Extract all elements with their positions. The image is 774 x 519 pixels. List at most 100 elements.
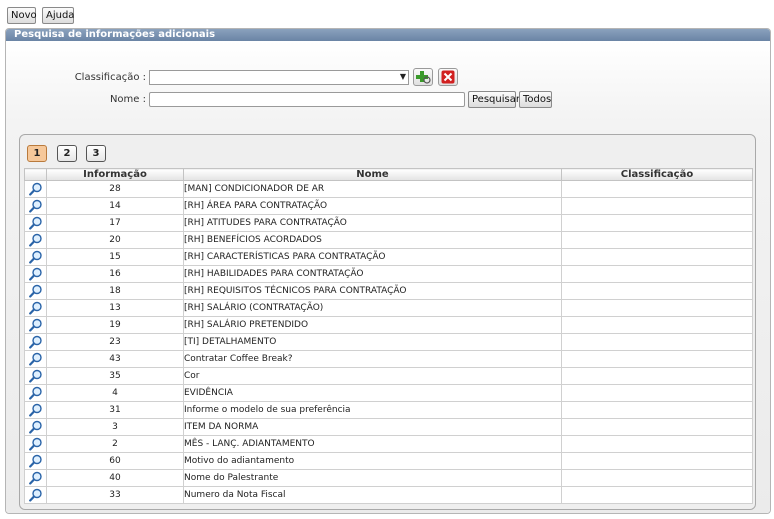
- search-button[interactable]: Pesquisar: [468, 91, 520, 108]
- help-button[interactable]: Ajuda: [42, 7, 74, 24]
- cell-classification: [561, 486, 753, 504]
- table-row[interactable]: 43 Contratar Coffee Break?: [24, 350, 753, 368]
- magnifier-icon: [28, 437, 42, 451]
- cell-classification: [561, 418, 753, 436]
- magnifier-icon: [28, 284, 42, 298]
- table-row[interactable]: 60 Motivo do adiantamento: [24, 452, 753, 470]
- row-view-button[interactable]: [24, 299, 47, 317]
- cell-name: [RH] ÁREA PARA CONTRATAÇÃO: [183, 197, 562, 215]
- row-view-button[interactable]: [24, 231, 47, 249]
- add-icon: [416, 71, 431, 84]
- table-row[interactable]: 15 [RH] CARACTERÍSTICAS PARA CONTRATAÇÃO: [24, 248, 753, 266]
- cell-name: [RH] ATITUDES PARA CONTRATAÇÃO: [183, 214, 562, 232]
- table-row[interactable]: 17 [RH] ATITUDES PARA CONTRATAÇÃO: [24, 214, 753, 232]
- cell-info: 19: [46, 316, 184, 334]
- magnifier-icon: [28, 352, 42, 366]
- cell-name: [RH] BENEFÍCIOS ACORDADOS: [183, 231, 562, 249]
- table-row[interactable]: 3 ITEM DA NORMA: [24, 418, 753, 436]
- table-row[interactable]: 18 [RH] REQUISITOS TÉCNICOS PARA CONTRATA…: [24, 282, 753, 300]
- page-button-1[interactable]: 1: [27, 145, 47, 162]
- row-view-button[interactable]: [24, 350, 47, 368]
- name-input[interactable]: [149, 92, 465, 107]
- cell-info: 17: [46, 214, 184, 232]
- row-view-button[interactable]: [24, 265, 47, 283]
- cell-info: 31: [46, 401, 184, 419]
- table-row[interactable]: 40 Nome do Palestrante: [24, 469, 753, 487]
- table-row[interactable]: 16 [RH] HABILIDADES PARA CONTRATAÇÃO: [24, 265, 753, 283]
- cell-classification: [561, 282, 753, 300]
- new-button[interactable]: Novo: [7, 7, 37, 24]
- magnifier-icon: [28, 471, 42, 485]
- chevron-down-icon: ▼: [399, 72, 406, 81]
- table-row[interactable]: 23 [TI] DETALHAMENTO: [24, 333, 753, 351]
- table-row[interactable]: 28 [MAN] CONDICIONADOR DE AR: [24, 180, 753, 198]
- magnifier-icon: [28, 216, 42, 230]
- table-row[interactable]: 33 Numero da Nota Fiscal: [24, 486, 753, 504]
- table-row[interactable]: 14 [RH] ÁREA PARA CONTRATAÇÃO: [24, 197, 753, 215]
- clear-classification-button[interactable]: [438, 68, 458, 86]
- results-table: Informação Nome Classificação 28 [MAN] CO…: [24, 168, 753, 504]
- row-view-button[interactable]: [24, 384, 47, 402]
- classification-select[interactable]: ▼: [149, 70, 409, 85]
- cell-name: Numero da Nota Fiscal: [183, 486, 562, 504]
- cell-classification: [561, 401, 753, 419]
- cell-name: [RH] SALÁRIO PRETENDIDO: [183, 316, 562, 334]
- row-view-button[interactable]: [24, 452, 47, 470]
- cell-name: EVIDÊNCIA: [183, 384, 562, 402]
- cell-name: [RH] HABILIDADES PARA CONTRATAÇÃO: [183, 265, 562, 283]
- row-view-button[interactable]: [24, 180, 47, 198]
- table-body: 28 [MAN] CONDICIONADOR DE AR 14 [RH] ÁREA P…: [24, 180, 753, 504]
- header-info[interactable]: Informação: [46, 168, 184, 181]
- header-classification[interactable]: Classificação: [561, 168, 753, 181]
- table-row[interactable]: 4 EVIDÊNCIA: [24, 384, 753, 402]
- magnifier-icon: [28, 454, 42, 468]
- cell-classification: [561, 316, 753, 334]
- table-row[interactable]: 13 [RH] SALÁRIO (CONTRATAÇÃO): [24, 299, 753, 317]
- cell-classification: [561, 231, 753, 249]
- row-view-button[interactable]: [24, 401, 47, 419]
- cell-name: Contratar Coffee Break?: [183, 350, 562, 368]
- cell-classification: [561, 214, 753, 232]
- table-row[interactable]: 2 MÊS - LANÇ. ADIANTAMENTO: [24, 435, 753, 453]
- row-view-button[interactable]: [24, 282, 47, 300]
- cell-info: 35: [46, 367, 184, 385]
- row-view-button[interactable]: [24, 469, 47, 487]
- all-button[interactable]: Todos: [519, 91, 552, 108]
- row-view-button[interactable]: [24, 214, 47, 232]
- magnifier-icon: [28, 318, 42, 332]
- row-view-button[interactable]: [24, 316, 47, 334]
- cell-classification: [561, 367, 753, 385]
- cell-classification: [561, 180, 753, 198]
- table-row[interactable]: 31 Informe o modelo de sua preferência: [24, 401, 753, 419]
- page-button-3[interactable]: 3: [86, 145, 106, 162]
- panel-body: Classificação : ▼ Nome : Pesquisar Todos…: [6, 41, 770, 513]
- row-view-button[interactable]: [24, 435, 47, 453]
- cell-name: ITEM DA NORMA: [183, 418, 562, 436]
- table-row[interactable]: 35 Cor: [24, 367, 753, 385]
- cell-info: 3: [46, 418, 184, 436]
- cell-info: 14: [46, 197, 184, 215]
- magnifier-icon: [28, 199, 42, 213]
- row-view-button[interactable]: [24, 418, 47, 436]
- cell-classification: [561, 452, 753, 470]
- header-name[interactable]: Nome: [183, 168, 562, 181]
- table-header-row: Informação Nome Classificação: [24, 168, 753, 181]
- row-view-button[interactable]: [24, 486, 47, 504]
- table-row[interactable]: 20 [RH] BENEFÍCIOS ACORDADOS: [24, 231, 753, 249]
- cell-classification: [561, 333, 753, 351]
- cell-name: [RH] CARACTERÍSTICAS PARA CONTRATAÇÃO: [183, 248, 562, 266]
- cell-info: 18: [46, 282, 184, 300]
- cell-info: 33: [46, 486, 184, 504]
- page-button-2[interactable]: 2: [57, 145, 77, 162]
- add-classification-button[interactable]: [413, 68, 433, 86]
- row-view-button[interactable]: [24, 333, 47, 351]
- row-view-button[interactable]: [24, 248, 47, 266]
- row-view-button[interactable]: [24, 367, 47, 385]
- cell-info: 15: [46, 248, 184, 266]
- cell-name: [MAN] CONDICIONADOR DE AR: [183, 180, 562, 198]
- cell-name: Nome do Palestrante: [183, 469, 562, 487]
- cell-classification: [561, 197, 753, 215]
- table-row[interactable]: 19 [RH] SALÁRIO PRETENDIDO: [24, 316, 753, 334]
- row-view-button[interactable]: [24, 197, 47, 215]
- delete-icon: [441, 70, 455, 84]
